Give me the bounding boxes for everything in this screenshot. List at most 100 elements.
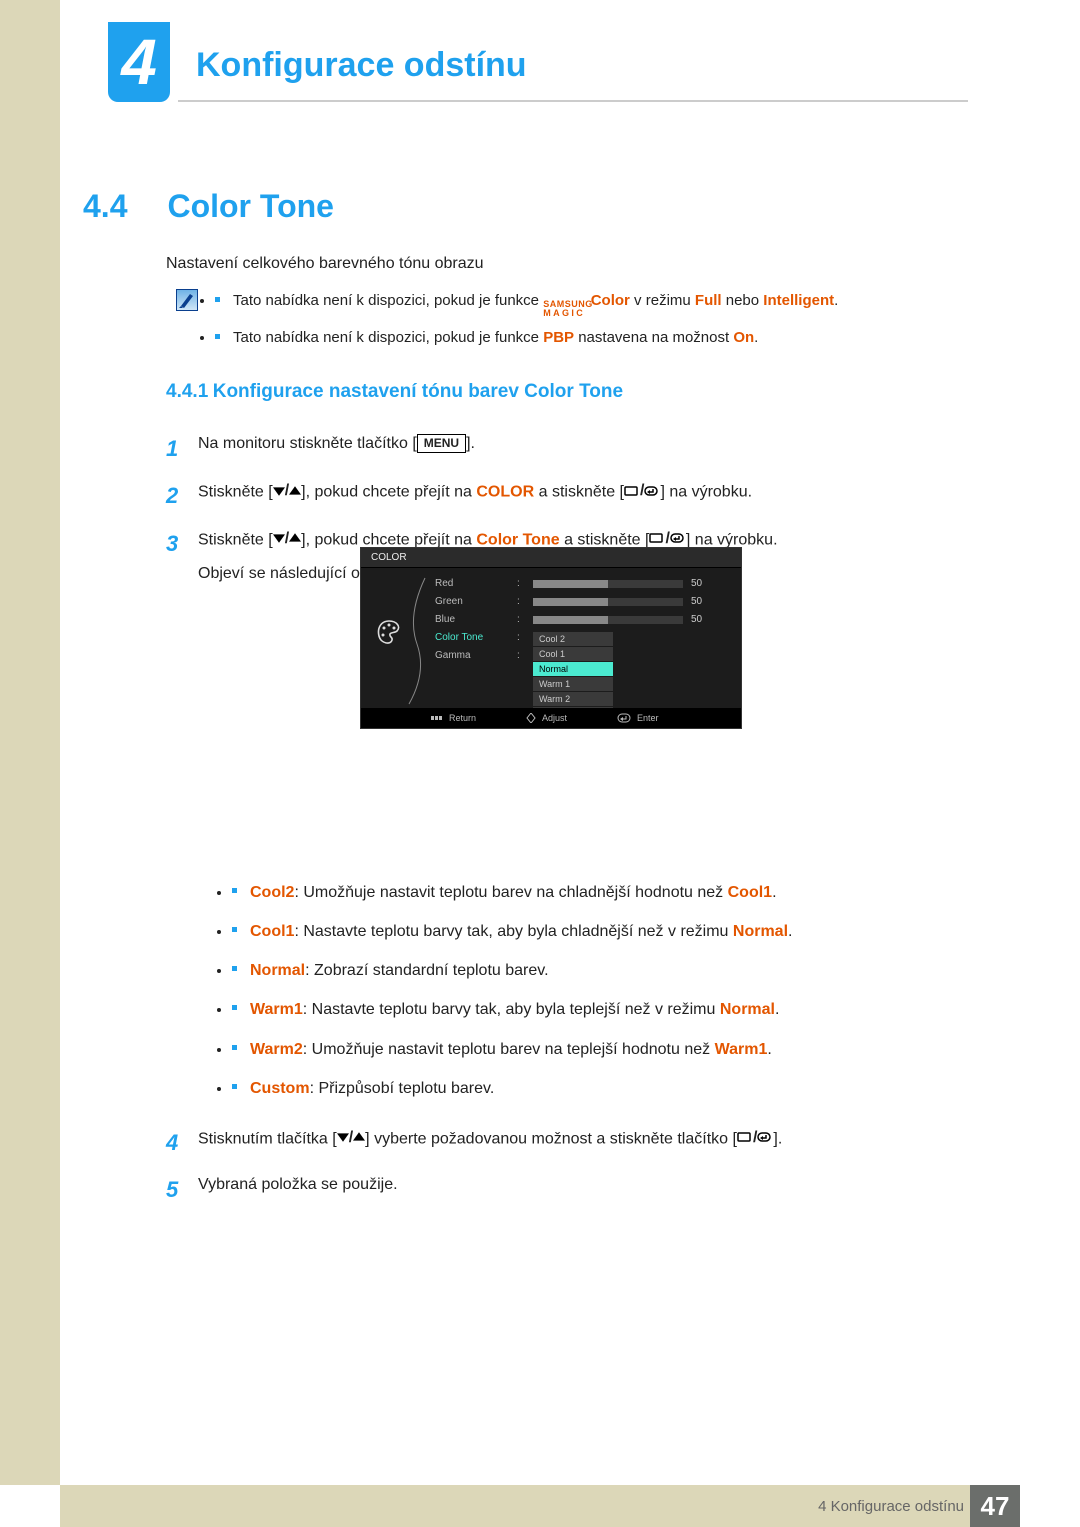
keyword: Normal — [720, 1001, 775, 1018]
step-number: 2 — [166, 477, 184, 514]
tone-desc-list: Cool2: Umožňuje nastavit teplotu barev n… — [232, 879, 966, 1102]
source-enter-icon: / — [737, 1124, 773, 1151]
left-gutter — [0, 0, 60, 1485]
page-number: 47 — [970, 1485, 1020, 1527]
chapter-rule — [178, 100, 968, 102]
section-number: 4.4 — [83, 188, 163, 225]
osd-enter: Enter — [617, 713, 659, 723]
keyword: Warm1 — [715, 1041, 768, 1058]
note-text: Tato nabídka není k dispozici, pokud je … — [233, 329, 543, 346]
osd-label: Gamma — [435, 650, 483, 668]
palette-icon — [375, 618, 403, 646]
step-number: 1 — [166, 430, 184, 467]
osd-footer: Return Adjust Enter — [361, 708, 741, 728]
keyword: Intelligent — [763, 292, 834, 309]
osd-adjust: Adjust — [526, 713, 567, 723]
osd-bar-red — [533, 580, 683, 588]
step-body: Stisknutím tlačítka [/] vyberte požadova… — [198, 1124, 966, 1161]
step-2: 2 Stiskněte [/], pokud chcete přejít na … — [166, 477, 966, 514]
note-item: Tato nabídka není k dispozici, pokud je … — [215, 289, 838, 316]
step-text: Stiskněte [ — [198, 484, 273, 501]
step-text: Stiskněte [ — [198, 531, 273, 548]
step-number: 5 — [166, 1171, 184, 1208]
step-body: Stiskněte [/], pokud chcete přejít na CO… — [198, 477, 966, 514]
source-enter-icon: / — [624, 477, 660, 504]
note-icon — [176, 289, 198, 311]
note-item: Tato nabídka není k dispozici, pokud je … — [215, 326, 838, 350]
step-4: 4 Stisknutím tlačítka [/] vyberte požado… — [166, 1124, 966, 1161]
samsung-magic-logo: SAMSUNGMAGIC — [543, 300, 593, 318]
steps-list: 1 Na monitoru stiskněte tlačítko [MENU].… — [166, 420, 966, 1209]
osd-return: Return — [431, 713, 476, 723]
keyword: Custom — [250, 1080, 310, 1097]
tone-item-warm2: Warm2: Umožňuje nastavit teplotu barev n… — [232, 1036, 966, 1063]
desc-text: . — [772, 884, 776, 901]
step-text: a stiskněte [ — [560, 531, 650, 548]
chapter-badge: 4 — [108, 22, 170, 102]
step-text: ]. — [773, 1130, 782, 1147]
osd-label: Red — [435, 578, 483, 596]
keyword: Normal — [250, 962, 305, 979]
osd-label-active: Color Tone — [435, 632, 483, 650]
step-number: 3 — [166, 525, 184, 1114]
step-body: Na monitoru stiskněte tlačítko [MENU]. — [198, 430, 966, 467]
keyword: On — [733, 329, 754, 346]
step-text: ], pokud chcete přejít na — [301, 531, 476, 548]
osd-option: Cool 2 — [533, 632, 613, 647]
chapter-title: Konfigurace odstínu — [196, 46, 527, 85]
keyword: COLOR — [476, 484, 534, 501]
intro-text: Nastavení celkového barevného tónu obraz… — [166, 255, 484, 273]
keyword: Cool2 — [250, 884, 294, 901]
osd-colons: ::::: — [517, 578, 520, 668]
keyword: Warm2 — [250, 1041, 303, 1058]
down-up-arrows-icon: / — [273, 477, 301, 504]
subsection-title: Konfigurace nastavení tónu barev Color T… — [213, 381, 623, 402]
step-number: 4 — [166, 1124, 184, 1161]
osd-footer-label: Enter — [637, 713, 659, 723]
tone-item-cool2: Cool2: Umožňuje nastavit teplotu barev n… — [232, 879, 966, 906]
keyword: Cool1 — [250, 923, 294, 940]
step-text: ] na výrobku. — [686, 531, 778, 548]
tone-item-normal: Normal: Zobrazí standardní teplotu barev… — [232, 957, 966, 984]
osd-bar-green — [533, 598, 683, 606]
desc-text: : Přizpůsobí teplotu barev. — [310, 1080, 495, 1097]
note-text: . — [754, 329, 758, 346]
osd-title: COLOR — [361, 548, 741, 568]
down-up-arrows-icon: / — [273, 525, 301, 552]
note-text: Tato nabídka není k dispozici, pokud je … — [233, 292, 543, 309]
down-up-arrows-icon: / — [337, 1124, 365, 1151]
section-title: Color Tone — [167, 188, 334, 224]
keyword: Warm1 — [250, 1001, 303, 1018]
note-text: . — [834, 292, 838, 309]
osd-value: 50 — [691, 614, 702, 632]
osd-bar-blue — [533, 616, 683, 624]
desc-text: . — [788, 923, 792, 940]
osd-option-selected: Normal — [533, 662, 613, 677]
footer-text: 4 Konfigurace odstínu — [818, 1498, 964, 1515]
page-footer: 4 Konfigurace odstínu 47 — [60, 1485, 1020, 1527]
osd-footer-label: Return — [449, 713, 476, 723]
subsection-number: 4.4.1 — [166, 381, 208, 402]
subsection-heading: 4.4.1 Konfigurace nastavení tónu barev C… — [166, 381, 623, 403]
note-list: Tato nabídka není k dispozici, pokud je … — [215, 289, 838, 360]
step-body: Vybraná položka se použije. — [198, 1171, 966, 1208]
tone-item-custom: Custom: Přizpůsobí teplotu barev. — [232, 1075, 966, 1102]
osd-label: Blue — [435, 614, 483, 632]
step-5: 5 Vybraná položka se použije. — [166, 1171, 966, 1208]
desc-text: : Nastavte teplotu barvy tak, aby byla t… — [303, 1001, 720, 1018]
osd-bar-values: 50 50 50 — [691, 578, 702, 632]
osd-value: 50 — [691, 596, 702, 614]
desc-text: : Nastavte teplotu barvy tak, aby byla c… — [294, 923, 732, 940]
note-text: nastavena na možnost — [574, 329, 733, 346]
step-1: 1 Na monitoru stiskněte tlačítko [MENU]. — [166, 430, 966, 467]
desc-text: . — [775, 1001, 779, 1018]
osd-screenshot: COLOR Red Green Blue Color Tone Gamma ::… — [361, 548, 741, 728]
osd-labels: Red Green Blue Color Tone Gamma — [435, 578, 483, 668]
note-text: v režimu — [630, 292, 695, 309]
section-heading: 4.4 Color Tone — [83, 188, 334, 225]
keyword: PBP — [543, 329, 574, 346]
keyword: Cool1 — [728, 884, 772, 901]
keyword: Normal — [733, 923, 788, 940]
tone-item-warm1: Warm1: Nastavte teplotu barvy tak, aby b… — [232, 996, 966, 1023]
keyword: Color Tone — [476, 531, 559, 548]
